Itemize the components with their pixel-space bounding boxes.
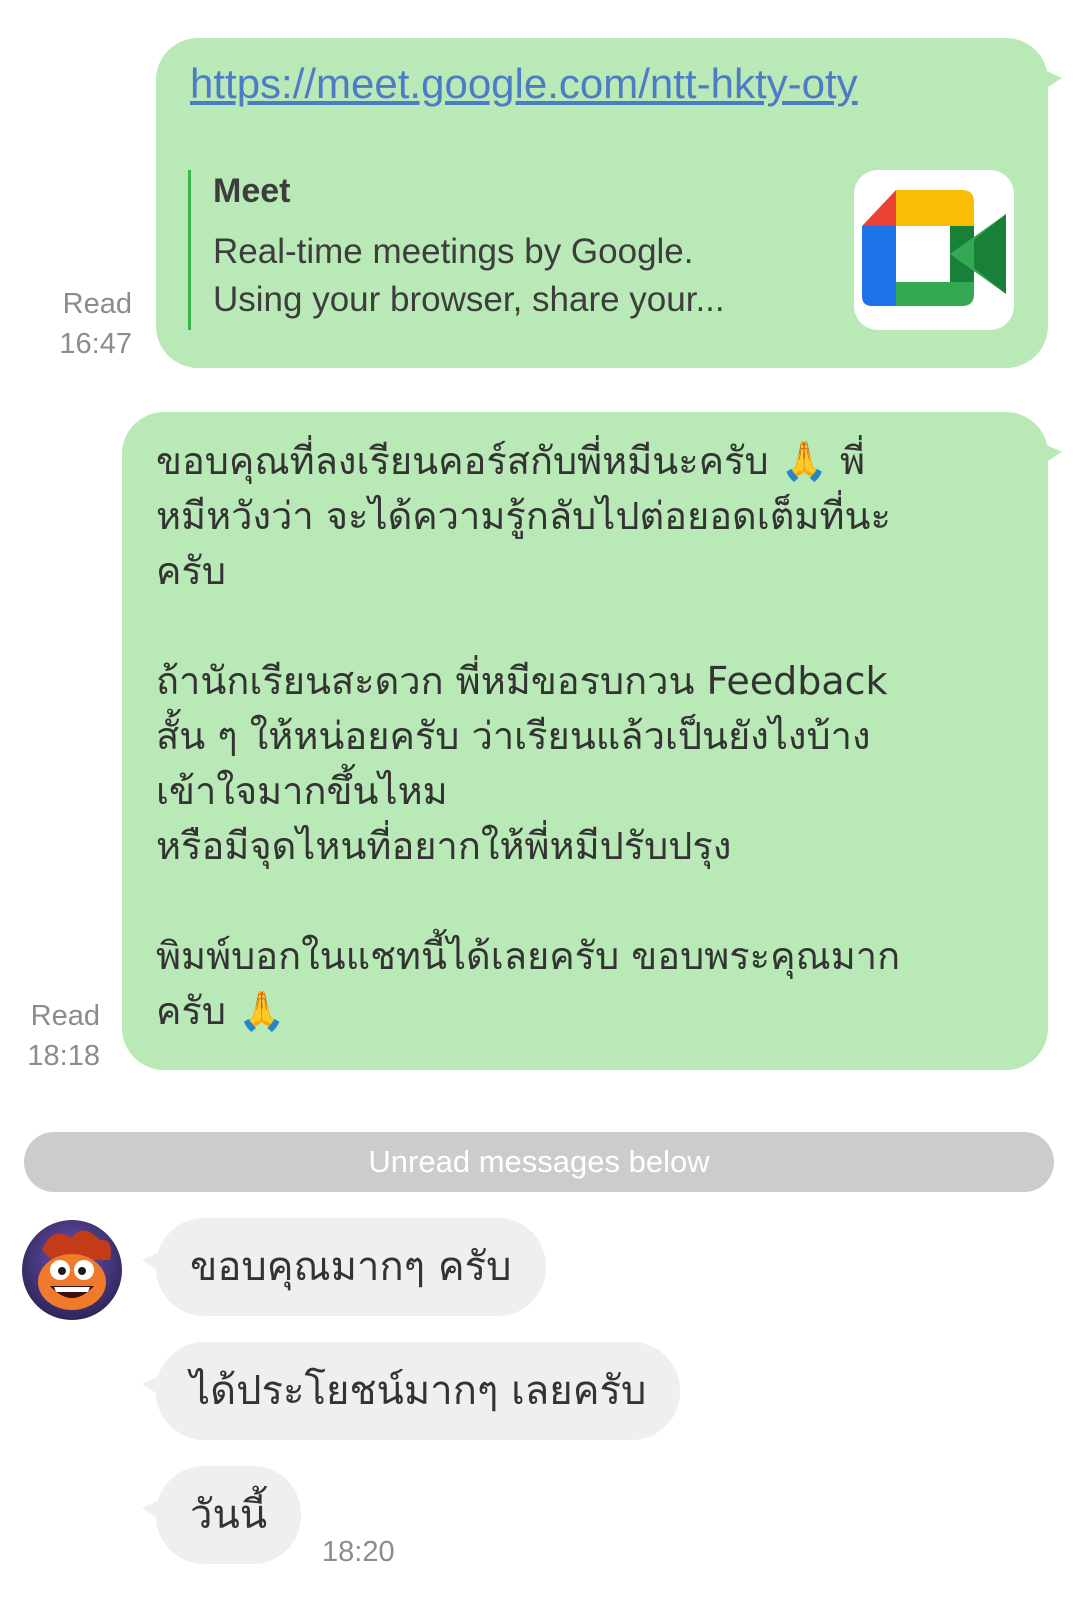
meet-link[interactable]: https://meet.google.com/ntt-hkty-oty <box>190 60 858 108</box>
read-status: Read <box>30 1000 100 1032</box>
outgoing-message-text[interactable]: ขอบคุณที่ลงเรียนคอร์สกับพี่หมีนะครับ 🙏 พ… <box>122 412 1062 1070</box>
outgoing-message-link[interactable]: https://meet.google.com/ntt-hkty-oty Mee… <box>156 38 1062 368</box>
preview-title: Meet <box>213 172 291 210</box>
read-status: Read <box>62 288 132 320</box>
message-meta-2: Read 18:18 <box>6 996 100 1076</box>
google-meet-icon[interactable] <box>854 170 1014 330</box>
preview-description: Real-time meetings by Google. Using your… <box>213 228 725 324</box>
timestamp: 16:47 <box>59 328 132 360</box>
message-meta-1: Read 16:47 <box>40 284 132 364</box>
timestamp: 18:18 <box>27 1040 100 1072</box>
message-text: ได้ประโยชน์มากๆ เลยครับ <box>190 1368 647 1414</box>
incoming-message[interactable]: ได้ประโยชน์มากๆ เลยครับ <box>141 1342 681 1440</box>
incoming-message[interactable]: ขอบคุณมากๆ ครับ <box>142 1218 546 1316</box>
message-text: ขอบคุณที่ลงเรียนคอร์สกับพี่หมีนะครับ 🙏 พ… <box>156 439 901 1033</box>
avatar[interactable] <box>22 1220 122 1320</box>
unread-divider: Unread messages below <box>24 1132 1054 1192</box>
link-preview[interactable]: Meet Real-time meetings by Google. Using… <box>188 170 851 330</box>
incoming-message[interactable]: วันนี้ <box>141 1466 302 1564</box>
incoming-timestamp: 18:20 <box>322 1536 395 1568</box>
message-text: วันนี้ <box>190 1492 268 1538</box>
preview-desc-line2: Using your browser, share your... <box>213 280 725 319</box>
preview-desc-line1: Real-time meetings by Google. <box>213 232 694 271</box>
message-text: ขอบคุณมากๆ ครับ <box>190 1244 512 1290</box>
